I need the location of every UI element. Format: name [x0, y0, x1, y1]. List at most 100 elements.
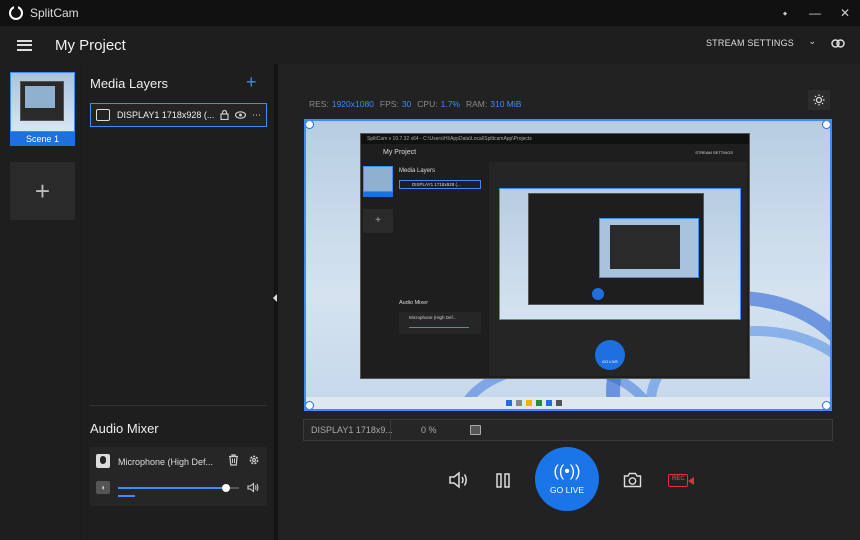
preview-canvas[interactable]: SplitCam v 10.7.32 x64 - C:\Users\Hi\App… [304, 119, 832, 411]
record-button[interactable]: REC [664, 470, 694, 490]
app-logo-icon [9, 5, 23, 20]
volume-button[interactable] [446, 469, 472, 491]
captured-go-live: GO LIVE [595, 340, 625, 370]
brightness-button[interactable] [808, 90, 830, 110]
broadcast-icon: ((•)) [553, 462, 581, 480]
captured-project-title: My Project [383, 149, 417, 156]
pause-button[interactable] [493, 469, 513, 491]
collapse-arrow-icon[interactable] [273, 294, 277, 302]
audio-mixer-title: Audio Mixer [90, 421, 159, 436]
audio-level-meter [118, 495, 135, 497]
captured-scene-label [363, 192, 393, 197]
title-bar: SplitCam ⬩ — ✕ [0, 0, 860, 26]
captured-taskbar [306, 397, 830, 409]
captured-mic-name: Microphone (High Def... [409, 315, 457, 320]
window-controls: ⬩ — ✕ [770, 0, 860, 26]
source-name: DISPLAY1 1718x9... [311, 425, 393, 435]
eye-icon[interactable] [235, 111, 246, 119]
lock-icon[interactable] [220, 110, 229, 120]
menu-icon[interactable] [17, 39, 32, 51]
scenes-panel: Scene 1 + [0, 64, 80, 540]
control-bar: ((•)) GO LIVE REC [278, 447, 860, 527]
go-live-label: GO LIVE [549, 484, 584, 495]
source-bar: DISPLAY1 1718x9... 0 % [303, 419, 833, 441]
go-live-button[interactable]: ((•)) GO LIVE [535, 447, 599, 511]
nested-go-live [592, 288, 604, 300]
captured-canvas [499, 188, 741, 320]
captured-header: My Project STREAM SETTINGS [361, 144, 749, 162]
app-name: SplitCam [30, 6, 79, 20]
preview-area: RES: 1920x1080 FPS: 30 CPU: 1.7% RAM: 310 Mi… [278, 64, 860, 540]
captured-stream-settings: STREAM SETTINGS [695, 150, 733, 155]
sun-icon [813, 94, 825, 106]
record-label: REC [672, 475, 685, 482]
resize-handle-top-right[interactable] [822, 121, 830, 129]
res-label: RES: [309, 99, 329, 109]
close-button[interactable]: ✕ [830, 0, 860, 26]
camera-icon [623, 472, 641, 488]
captured-volume [409, 327, 469, 328]
captured-title: SplitCam v 10.7.32 x64 - C:\Users\Hi\App… [361, 134, 749, 144]
source-separator [390, 420, 391, 440]
captured-audio-title: Audio Mixer [399, 300, 429, 306]
source-percent: 0 % [421, 425, 437, 435]
mic-mute-button[interactable]: ◖ [96, 481, 110, 494]
resize-handle-top-left[interactable] [306, 121, 314, 129]
captured-preview: GO LIVE [489, 162, 747, 376]
captured-audio-card: Microphone (High Def... [399, 312, 481, 334]
more-options-icon[interactable]: ⋯ [252, 110, 261, 121]
fps-label: FPS: [379, 99, 399, 109]
nested-window [528, 193, 704, 305]
scene-label: Scene 1 [10, 132, 75, 146]
ram-value: 310 MiB [490, 99, 522, 109]
pin-button[interactable]: ⬩ [770, 0, 800, 26]
captured-layers: Media Layers DISPLAY1 1718x928 (... Audi… [399, 164, 485, 374]
project-title: My Project [55, 36, 126, 54]
fps-value: 30 [401, 99, 412, 109]
layer-name: DISPLAY1 1718x928 (... [117, 110, 215, 120]
snapshot-button[interactable] [621, 469, 643, 491]
resize-handle-bottom-right[interactable] [822, 401, 830, 409]
captured-layers-title: Media Layers [399, 168, 436, 174]
gear-icon[interactable] [248, 454, 260, 466]
display-icon [96, 109, 110, 121]
stream-stats: RES: 1920x1080 FPS: 30 CPU: 1.7% RAM: 310 Mi… [309, 99, 521, 109]
volume-knob[interactable] [221, 484, 230, 492]
captured-scene-thumb [363, 166, 393, 192]
audio-source-card: Microphone (High Def... ◖ [90, 447, 267, 506]
captured-layer-item: DISPLAY1 1718x928 (... [399, 180, 481, 189]
captured-window: SplitCam v 10.7.32 x64 - C:\Users\Hi\App… [360, 133, 750, 379]
resize-handle-bottom-left[interactable] [306, 401, 314, 409]
speaker-icon[interactable] [247, 482, 259, 493]
stream-settings-button[interactable]: STREAM SETTINGS [706, 38, 794, 48]
add-scene-button[interactable]: + [10, 162, 75, 220]
add-layer-button[interactable]: + [246, 72, 257, 93]
copy-icon[interactable] [470, 425, 481, 435]
trash-icon[interactable] [228, 454, 239, 466]
link-icon[interactable] [831, 39, 845, 48]
captured-add-scene: + [363, 209, 393, 233]
panel-divider [90, 405, 267, 406]
layer-item[interactable]: DISPLAY1 1718x928 (... ⋯ [90, 103, 267, 127]
captured-body: + Media Layers DISPLAY1 1718x928 (... Au… [361, 162, 749, 378]
chevron-down-icon[interactable]: ⌄ [808, 36, 816, 47]
media-layers-title: Media Layers [90, 76, 169, 91]
microphone-icon [96, 454, 110, 468]
record-icon: REC [668, 473, 694, 487]
cpu-label: CPU: [417, 99, 438, 109]
minimize-button[interactable]: — [800, 0, 830, 26]
captured-go-live-label: GO LIVE [601, 359, 618, 364]
captured-scenes: + [363, 166, 397, 233]
ram-label: RAM: [465, 99, 488, 109]
pause-icon [496, 472, 510, 488]
volume-slider[interactable] [118, 484, 239, 492]
nested-canvas [599, 218, 699, 278]
scene-thumbnail [10, 72, 75, 132]
volume-fill [118, 487, 226, 489]
speaker-icon [449, 471, 467, 489]
media-layers-panel: Media Layers + DISPLAY1 1718x928 (... ⋯ … [82, 64, 274, 540]
cpu-value: 1.7% [440, 99, 460, 109]
audio-source-name: Microphone (High Def... [118, 457, 214, 467]
app-header: My Project STREAM SETTINGS ⌄ [0, 26, 860, 64]
res-value: 1920x1080 [331, 99, 374, 109]
